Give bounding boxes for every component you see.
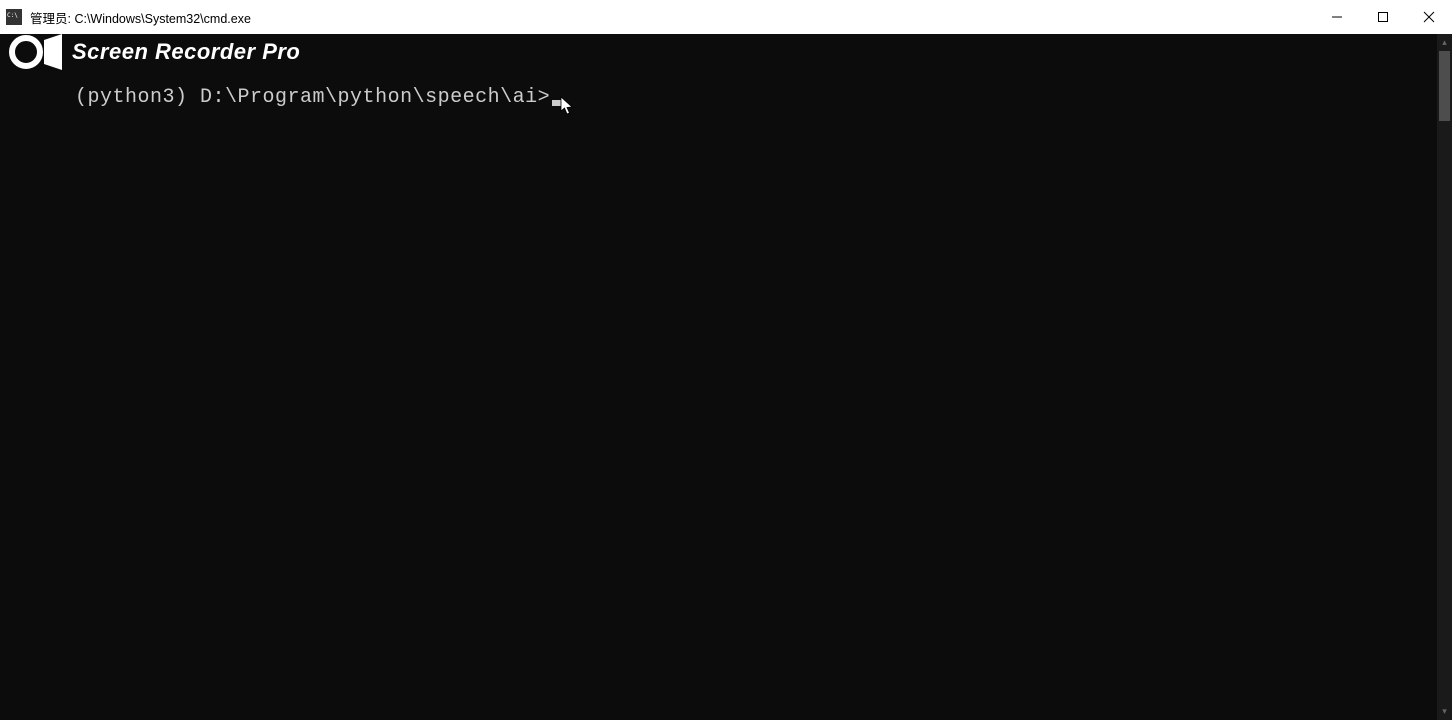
titlebar-left: 管理员: C:\Windows\System32\cmd.exe bbox=[0, 8, 251, 27]
prompt-line: (python3) D:\Program\python\speech\ai> bbox=[0, 62, 562, 134]
cmd-icon bbox=[6, 9, 22, 25]
terminal-output[interactable]: Screen Recorder Pro (python3) D:\Program… bbox=[0, 34, 1437, 720]
minimize-button[interactable] bbox=[1314, 0, 1360, 34]
text-cursor bbox=[552, 100, 562, 106]
maximize-icon bbox=[1377, 11, 1389, 23]
window-controls bbox=[1314, 0, 1452, 34]
scroll-down-arrow-icon[interactable]: ▾ bbox=[1437, 703, 1452, 720]
maximize-button[interactable] bbox=[1360, 0, 1406, 34]
close-icon bbox=[1423, 11, 1435, 23]
close-button[interactable] bbox=[1406, 0, 1452, 34]
scroll-up-arrow-icon[interactable]: ▴ bbox=[1437, 34, 1452, 51]
recorder-watermark-text: Screen Recorder Pro bbox=[72, 40, 300, 64]
vertical-scrollbar[interactable]: ▴ ▾ bbox=[1437, 34, 1452, 720]
prompt-text: (python3) D:\Program\python\speech\ai> bbox=[75, 86, 550, 109]
terminal-wrapper: Screen Recorder Pro (python3) D:\Program… bbox=[0, 34, 1452, 720]
minimize-icon bbox=[1331, 11, 1343, 23]
title-prefix: 管理员: bbox=[30, 12, 74, 26]
scrollbar-thumb[interactable] bbox=[1439, 51, 1450, 121]
mouse-cursor-icon bbox=[560, 96, 574, 124]
title-path: C:\Windows\System32\cmd.exe bbox=[74, 12, 250, 26]
window-title: 管理员: C:\Windows\System32\cmd.exe bbox=[30, 8, 251, 27]
window-titlebar: 管理员: C:\Windows\System32\cmd.exe bbox=[0, 0, 1452, 34]
